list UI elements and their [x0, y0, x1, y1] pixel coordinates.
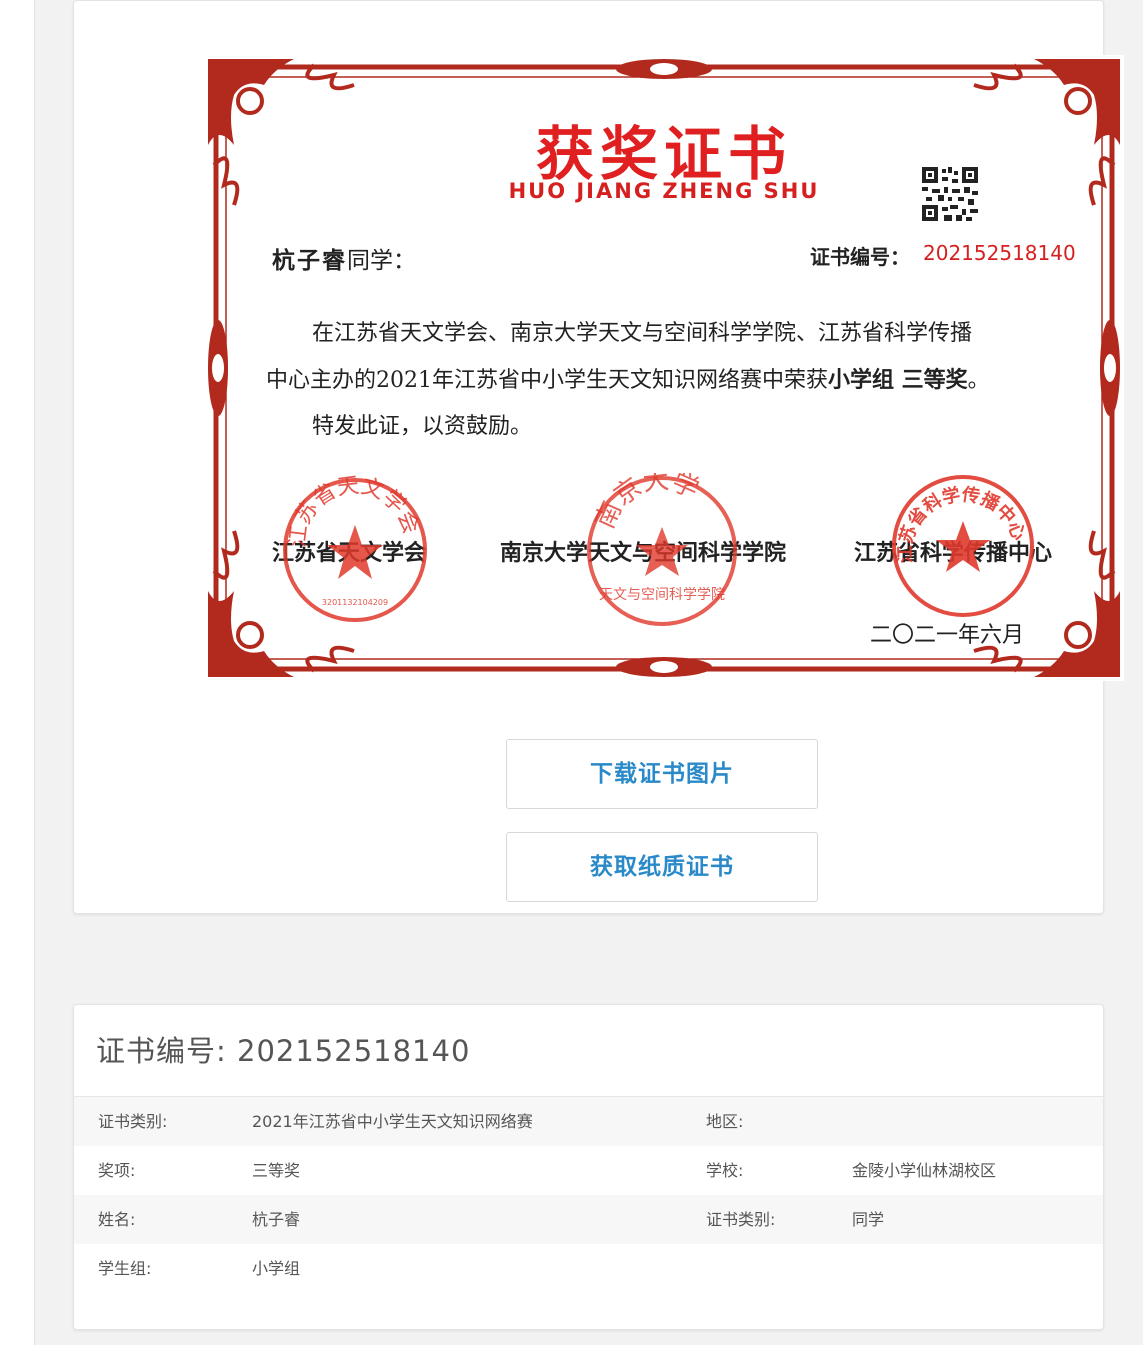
certificate-body: 在江苏省天文学会、南京大学天文与空间科学学院、江苏省科学传播 中心主办的2021…: [266, 311, 1086, 450]
field-label: 证书类别:: [706, 1210, 776, 1229]
certificate-number-value: 202152518140: [923, 241, 1076, 265]
issue-date: 二〇二一年六月: [870, 623, 1025, 648]
qr-code-icon: [922, 167, 978, 221]
table-row: 学生组: 小学组: [74, 1244, 1103, 1293]
download-certificate-button[interactable]: 下载证书图片: [506, 739, 818, 809]
body-line-1: 在江苏省天文学会、南京大学天文与空间科学学院、江苏省科学传播: [312, 321, 973, 346]
field-value: 同学: [852, 1210, 885, 1229]
seal-1: 江苏省天文学会 3201132104209: [283, 475, 427, 622]
certificate-image: 获奖证书 HUO JIANG ZHENG SHU 杭子睿同学： 证书编号： 20: [204, 55, 1124, 681]
info-header: 证书编号: 202152518140: [74, 1005, 1103, 1097]
table-row: 姓名: 杭子睿 证书类别: 同学: [74, 1195, 1103, 1244]
seal-3: 江苏省科学传播中心: [892, 475, 1034, 617]
body-line-3: 特发此证，以资鼓励。: [312, 414, 533, 439]
field-value: 小学组: [252, 1259, 301, 1278]
certificate-card: 获奖证书 HUO JIANG ZHENG SHU 杭子睿同学： 证书编号： 20: [73, 0, 1124, 914]
field-label: 姓名:: [98, 1210, 136, 1229]
table-row: 奖项: 三等奖 学校: 金陵小学仙林湖校区: [74, 1146, 1103, 1195]
seal-2: 南京大学 天文与空间科学学院: [587, 473, 737, 626]
recipient-line: 杭子睿同学：: [272, 241, 416, 275]
field-value: 金陵小学仙林湖校区: [852, 1161, 997, 1180]
body-line-2-end: 。: [967, 368, 990, 393]
award-text: 小学组 三等奖: [828, 367, 968, 393]
info-header-label: 证书编号:: [96, 1034, 237, 1068]
field-label: 证书类别:: [98, 1112, 168, 1131]
field-label: 学校:: [706, 1161, 744, 1180]
body-line-2: 中心主办的2021年江苏省中小学生天文知识网络赛中荣获小学组 三等奖。: [266, 357, 1086, 404]
field-value: 杭子睿: [252, 1210, 301, 1229]
field-label: 学生组:: [98, 1259, 152, 1278]
certificate-number-label: 证书编号：: [810, 245, 910, 269]
body-line-2-text: 中心主办的2021年江苏省中小学生天文知识网络赛中荣获: [266, 368, 828, 393]
field-label: 奖项:: [98, 1161, 136, 1180]
seal-1-number: 3201132104209: [322, 598, 388, 607]
get-paper-certificate-button[interactable]: 获取纸质证书: [506, 832, 818, 902]
certificate-info-card: 证书编号: 202152518140 证书类别: 2021年江苏省中小学生天文知…: [73, 1004, 1104, 1330]
seal-2-text: 南京大学: [590, 473, 703, 533]
field-label: 地区:: [706, 1112, 744, 1131]
info-header-value: 202152518140: [237, 1034, 471, 1068]
recipient-suffix: 同学：: [347, 248, 416, 274]
svg-text:南京大学: 南京大学: [590, 473, 703, 533]
certificate-title-pinyin: HUO JIANG ZHENG SHU: [508, 179, 820, 203]
recipient-name: 杭子睿: [272, 247, 347, 274]
field-value: 三等奖: [252, 1161, 301, 1180]
field-value: 2021年江苏省中小学生天文知识网络赛: [252, 1112, 533, 1131]
table-row: 证书类别: 2021年江苏省中小学生天文知识网络赛 地区:: [74, 1097, 1103, 1146]
seal-2-sub: 天文与空间科学学院: [599, 587, 725, 603]
